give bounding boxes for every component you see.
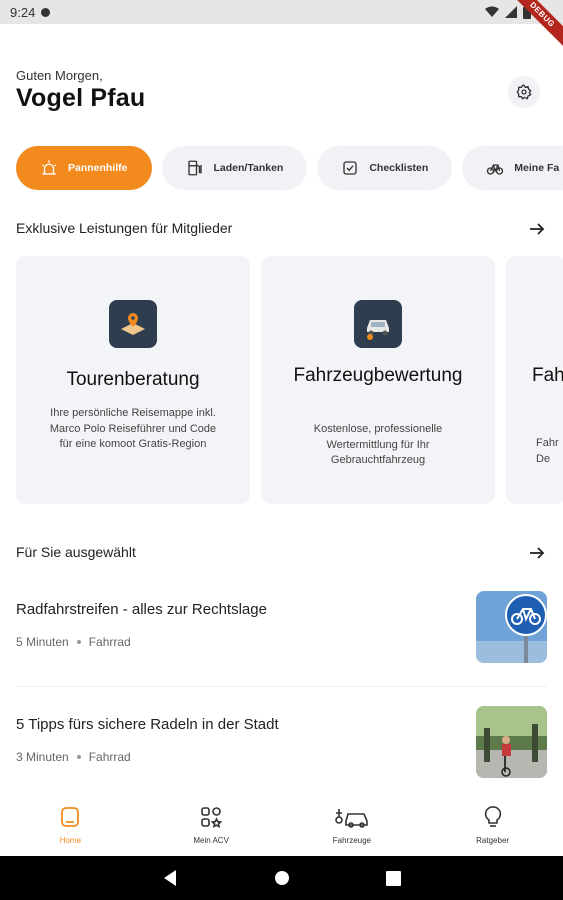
exclusive-more-button[interactable]	[527, 219, 547, 239]
article-title: Radfahrstreifen - alles zur Rechtslage	[16, 601, 267, 618]
wifi-icon	[485, 6, 499, 17]
meta-separator	[76, 755, 81, 759]
card-partial[interactable]: Fah Fahr De	[506, 256, 563, 504]
article-category: Fahrrad	[88, 635, 131, 649]
greeting-text: Guten Morgen,	[16, 68, 103, 83]
chip-meine-fahrzeuge[interactable]: Meine Fa	[462, 146, 563, 190]
settings-button[interactable]	[508, 76, 540, 108]
map-pin-icon	[109, 300, 157, 348]
recents-icon[interactable]	[386, 870, 401, 886]
article-duration: 5 Minuten	[16, 635, 69, 649]
article-item[interactable]: 5 Tipps fürs sichere Radeln in der Stadt…	[16, 706, 547, 778]
home-icon	[57, 804, 83, 830]
divider	[16, 686, 547, 687]
card-title: Fahrzeugbewertung	[293, 365, 463, 386]
selected-section-title: Für Sie ausgewählt	[16, 544, 136, 560]
car-valuation-icon	[354, 300, 402, 348]
selected-more-button[interactable]	[527, 543, 547, 563]
chip-label: Meine Fa	[514, 162, 560, 174]
nav-label: Home	[59, 835, 82, 845]
bicycle-icon	[486, 159, 504, 177]
card-description: Ihre persönliche Reisemappe inkl. Marco …	[49, 407, 217, 450]
bottom-navigation: Home Mein ACV Fahrzeuge Ratgeber	[0, 792, 563, 856]
card-title: Tourenberatung	[66, 369, 200, 390]
exclusive-section-title: Exklusive Leistungen für Mitglieder	[16, 220, 233, 236]
chip-label: Checklisten	[369, 162, 429, 174]
article-title: 5 Tipps fürs sichere Radeln in der Stadt	[16, 716, 279, 733]
article-item[interactable]: Radfahrstreifen - alles zur Rechtslage 5…	[16, 591, 547, 663]
vehicles-icon	[332, 804, 372, 830]
notification-icon	[41, 7, 51, 17]
nav-label: Fahrzeuge	[332, 835, 371, 845]
article-meta: 3 Minuten Fahrrad	[16, 750, 131, 764]
chip-label: Laden/Tanken	[213, 162, 284, 174]
back-icon[interactable]	[162, 869, 178, 887]
chip-checklisten[interactable]: Checklisten	[317, 146, 453, 190]
nav-fahrzeuge[interactable]: Fahrzeuge	[282, 792, 423, 856]
exclusive-cards: Tourenberatung Ihre persönliche Reisemap…	[16, 256, 563, 504]
nav-label: Mein ACV	[193, 835, 229, 845]
nav-home[interactable]: Home	[0, 792, 141, 856]
card-description: Fahr De	[536, 437, 559, 465]
nav-label: Ratgeber	[476, 835, 510, 845]
article-thumbnail-bike-lane-sign	[476, 591, 547, 663]
card-description: Kostenlose, professionelle Wertermittlun…	[313, 423, 443, 466]
grid-icon	[198, 804, 224, 830]
gear-icon	[516, 84, 532, 100]
card-tourenberatung[interactable]: Tourenberatung Ihre persönliche Reisemap…	[16, 256, 250, 504]
chip-label: Pannenhilfe	[68, 162, 128, 174]
nav-ratgeber[interactable]: Ratgeber	[422, 792, 563, 856]
chip-pannenhilfe[interactable]: Pannenhilfe	[16, 146, 152, 190]
card-fahrzeugbewertung[interactable]: Fahrzeugbewertung Kostenlose, profession…	[261, 256, 495, 504]
fuel-pump-icon	[186, 159, 204, 177]
article-meta: 5 Minuten Fahrrad	[16, 635, 131, 649]
nav-mein-acv[interactable]: Mein ACV	[141, 792, 282, 856]
article-thumbnail-cyclist-street	[476, 706, 547, 778]
status-time: 9:24	[10, 4, 36, 20]
system-navigation-bar	[0, 856, 563, 900]
signal-icon	[505, 6, 517, 18]
arrow-right-icon	[530, 547, 545, 559]
article-category: Fahrrad	[88, 750, 131, 764]
meta-separator	[76, 640, 81, 644]
arrow-right-icon	[530, 223, 545, 235]
card-title: Fah	[532, 365, 563, 386]
article-duration: 3 Minuten	[16, 750, 69, 764]
quick-actions: Pannenhilfe Laden/Tanken Checklisten Mei…	[16, 146, 563, 190]
status-bar: 9:24	[0, 0, 563, 24]
checklist-icon	[341, 159, 359, 177]
siren-icon	[40, 159, 58, 177]
lightbulb-icon	[480, 804, 506, 830]
home-button-icon[interactable]	[274, 870, 290, 886]
user-name: Vogel Pfau	[16, 84, 146, 112]
chip-laden-tanken[interactable]: Laden/Tanken	[161, 146, 308, 190]
